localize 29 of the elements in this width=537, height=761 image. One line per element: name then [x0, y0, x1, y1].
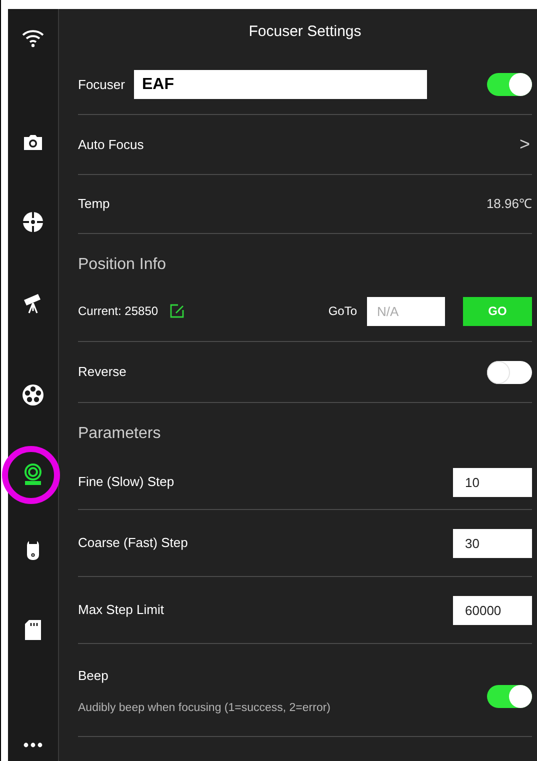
toggle-switch[interactable]: [487, 360, 532, 384]
edit-icon[interactable]: [170, 304, 184, 318]
crosshair-icon[interactable]: [21, 210, 45, 234]
row-label: Reverse: [78, 363, 128, 382]
temperature-value: 18.96℃: [486, 195, 532, 214]
section-heading: Parameters: [78, 424, 161, 444]
row-description: Audibly beep when focusing (1=success, 2=error): [78, 700, 332, 716]
section-heading: Position Info: [78, 254, 166, 274]
wheel-icon[interactable]: [21, 383, 45, 407]
device-field[interactable]: EAF: [134, 70, 427, 99]
row-label: Coarse (Fast) Step: [78, 534, 188, 552]
toggle-switch[interactable]: [487, 685, 532, 708]
row-label: Temp: [78, 195, 110, 214]
toggle-switch[interactable]: [487, 73, 532, 96]
field-label: Focuser: [78, 76, 125, 94]
row-label: Beep: [78, 667, 110, 685]
row-label: Max Step Limit: [78, 601, 164, 620]
row-label: Auto Focus: [78, 136, 144, 154]
row-label: Fine (Slow) Step: [78, 473, 174, 492]
highlight-ring: [1, 445, 61, 505]
page-title: Focuser Settings: [248, 22, 362, 42]
number-field[interactable]: 10: [453, 468, 532, 496]
position-value: Current: 25850: [78, 303, 158, 320]
goto-label: GoTo: [328, 303, 357, 320]
chevron[interactable]: >: [519, 131, 530, 158]
number-field[interactable]: 30: [453, 528, 532, 558]
number-field[interactable]: 60000: [453, 596, 532, 624]
more-icon[interactable]: [23, 742, 43, 748]
goto-field[interactable]: N/A: [367, 296, 445, 326]
